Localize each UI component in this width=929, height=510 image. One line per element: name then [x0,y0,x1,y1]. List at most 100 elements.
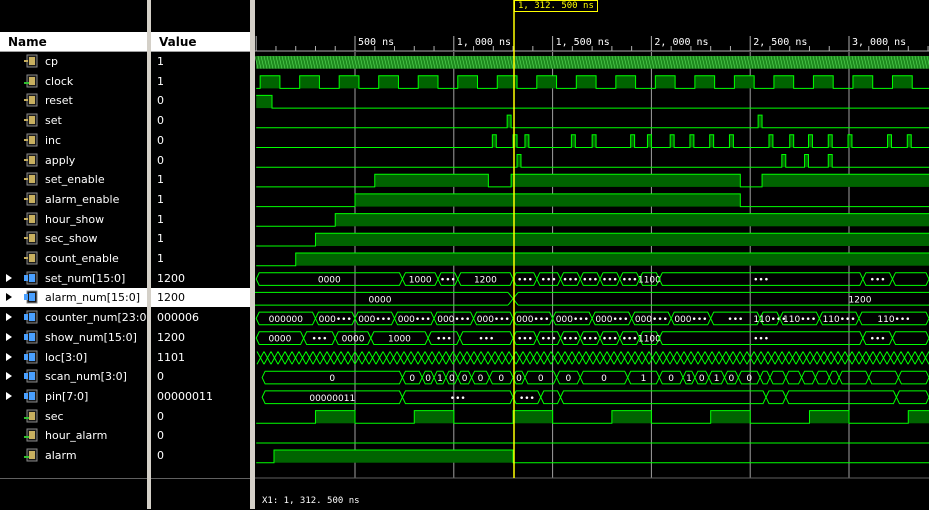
wave-high-fill [887,134,892,148]
wave-high-fill [781,154,786,168]
bus-value-label: 000••• [437,315,470,325]
signal-value: 1 [157,192,164,206]
bus-value-label: 1100 [638,276,661,286]
bit-waveform [256,94,929,109]
bus-segment [785,390,897,405]
expand-arrow-icon[interactable] [6,293,12,302]
signal-value: 1 [157,55,164,68]
signal-name: hour_alarm [45,429,108,443]
wave-high-fill [256,95,273,109]
bus-value-label: 000••• [319,315,352,325]
bus-value-label: 000••• [556,315,589,325]
value-pane-footer [151,478,250,510]
wave-high-fill [615,75,636,89]
expand-arrow-icon[interactable] [6,332,12,341]
wave-high-fill [315,410,355,424]
bus-value-label: ••• [541,276,557,286]
signal-value: 1200 [157,271,185,285]
signal-row[interactable]: set_enable [0,170,147,189]
bus-value-label: ••• [311,335,327,345]
signal-icon [24,448,38,462]
signal-row[interactable]: sec [0,407,147,426]
bus-value-label: 1000 [388,335,411,345]
wave-high-fill [709,134,714,148]
bus-value-label: 000••• [595,315,628,325]
cursor-time-label[interactable]: 1, 312. 500 ns [514,0,598,12]
signal-row[interactable]: scan_num[3:0] [0,367,147,386]
wave-high-fill [592,134,597,148]
wave-high-fill [273,450,514,463]
bus-segment [785,370,803,385]
bus-value-label: ••• [870,335,886,345]
expand-arrow-icon[interactable] [6,352,12,361]
signal-row[interactable]: pin[7:0] [0,387,147,406]
signal-row[interactable]: alarm_num[15:0] [0,288,147,308]
bus-value-label: 1000 [409,276,432,286]
bus-value-label: ••• [541,335,557,345]
signal-row[interactable]: apply [0,151,147,170]
signal-value: 0 [157,409,164,423]
signal-row[interactable]: clock [0,72,147,91]
waveform-canvas[interactable]: 500 ns 1, 000 ns 1, 500 ns 2, 000 ns 2, 500 … [255,0,929,509]
bus-value-label: 0 [668,374,674,384]
bus-value-label: 0 [409,374,415,384]
signal-row[interactable]: sec_show [0,229,147,248]
bus-segment [868,370,899,385]
bus-value-label: 1 [641,374,647,384]
bus-value-label: 1 [686,374,692,384]
bus-value-label: 000••• [516,315,549,325]
signal-row[interactable]: reset [0,91,147,110]
bus-segment [897,370,929,385]
wave-high-fill [611,410,652,424]
bus-segment [801,370,816,385]
name-column-header[interactable]: Name [0,32,147,52]
bus-value-label: 0 [449,374,455,384]
wave-high-fill [511,174,741,187]
bus-value-label: 0 [516,374,522,384]
bus-signal-icon [24,271,38,285]
wave-high-fill [892,75,913,89]
signal-name: pin[7:0] [45,389,89,403]
signal-row[interactable]: count_enable [0,249,147,268]
signal-icon [24,212,38,226]
signal-row[interactable]: show_num[15:0] [0,328,147,347]
bus-value-label: 000••• [358,315,391,325]
bus-value-label: 0000 [369,295,392,305]
expand-arrow-icon[interactable] [6,313,12,322]
signal-row[interactable]: loc[3:0] [0,348,147,367]
wave-high-fill [647,134,652,148]
bus-value-label: 000••• [674,315,707,325]
bus-transition [507,292,519,306]
signal-value: 0 [157,133,164,147]
expand-arrow-icon[interactable] [6,273,12,282]
bus-segment [814,370,830,385]
bus-value-label: 0 [478,374,484,384]
signal-row[interactable]: alarm_enable [0,190,147,209]
signal-name: set [45,114,62,128]
signal-row[interactable]: inc [0,131,147,150]
value-column-header[interactable]: Value [151,32,250,52]
bus-value-label: 1200 [474,276,497,286]
signal-row[interactable]: set [0,111,147,130]
bus-segment [891,331,929,345]
bus-segment [540,390,562,405]
wave-high-fill [828,134,833,148]
signal-name: clock [45,74,74,88]
expand-arrow-icon[interactable] [6,372,12,381]
signal-row[interactable]: hour_alarm [0,426,147,445]
signal-row[interactable]: alarm [0,446,147,465]
ruler-tick-label: 500 ns [358,37,394,48]
expand-arrow-icon[interactable] [6,391,12,400]
signal-row[interactable]: counter_num[23:0] [0,308,151,327]
signal-row[interactable]: hour_show [0,210,147,229]
signal-icon [24,251,38,265]
bus-value-label: 000••• [477,315,510,325]
wave-high-fill [507,115,512,128]
bus-segment [828,370,840,385]
signal-icon [24,54,38,68]
bus-value-label: ••• [436,335,452,345]
bus-value-label: 1100 [638,335,661,345]
signal-row[interactable]: cp [0,52,147,71]
signal-row[interactable]: set_num[15:0] [0,269,147,288]
signal-icon [24,133,38,147]
